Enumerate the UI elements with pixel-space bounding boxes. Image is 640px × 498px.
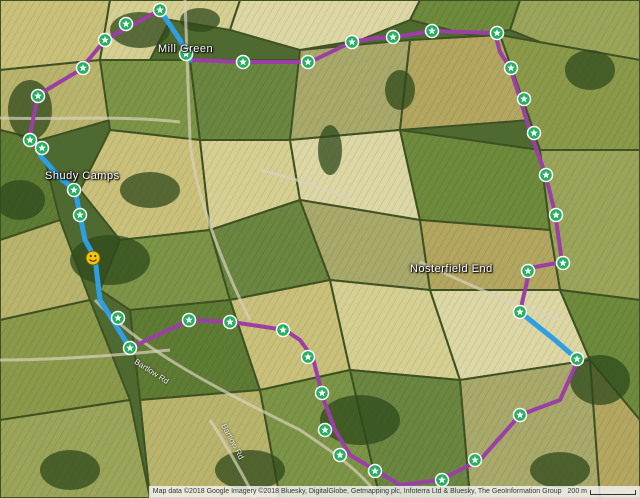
waypoint-star-marker-icon[interactable] <box>548 207 564 223</box>
waypoint-star-marker-icon[interactable] <box>118 16 134 32</box>
waypoint-star-marker-icon[interactable] <box>424 23 440 39</box>
woodland-patch <box>530 452 590 488</box>
field-texture <box>190 60 300 140</box>
waypoint-star-marker-icon[interactable] <box>314 385 330 401</box>
smiley-face-icon[interactable] <box>85 250 101 266</box>
waypoint-star-marker-icon[interactable] <box>503 60 519 76</box>
map-attribution: Map data ©2018 Google Imagery ©2018 Blue… <box>148 486 640 498</box>
attribution-text: Map data ©2018 Google Imagery ©2018 Blue… <box>152 488 562 495</box>
waypoint-star-marker-icon[interactable] <box>516 91 532 107</box>
waypoint-star-marker-icon[interactable] <box>222 314 238 330</box>
field-texture <box>0 0 110 70</box>
waypoint-star-marker-icon[interactable] <box>344 34 360 50</box>
waypoint-star-marker-icon[interactable] <box>300 54 316 70</box>
waypoint-star-marker-icon[interactable] <box>385 29 401 45</box>
waypoint-star-marker-icon[interactable] <box>22 132 38 148</box>
waypoint-star-marker-icon[interactable] <box>569 351 585 367</box>
waypoint-star-marker-icon[interactable] <box>367 463 383 479</box>
place-label-nosterfield-end: Nosterfield End <box>410 263 493 275</box>
waypoint-star-marker-icon[interactable] <box>66 182 82 198</box>
waypoint-star-marker-icon[interactable] <box>520 263 536 279</box>
waypoint-star-marker-icon[interactable] <box>181 312 197 328</box>
waypoint-star-marker-icon[interactable] <box>538 167 554 183</box>
waypoint-star-marker-icon[interactable] <box>489 25 505 41</box>
waypoint-star-marker-icon[interactable] <box>34 140 50 156</box>
map-view[interactable]: Mill Green Shudy Camps Nosterfield End B… <box>0 0 640 498</box>
woodland-patch <box>120 172 180 208</box>
waypoint-star-marker-icon[interactable] <box>72 207 88 223</box>
scale-bar <box>590 489 636 495</box>
woodland-patch <box>565 50 615 90</box>
waypoint-star-marker-icon[interactable] <box>110 310 126 326</box>
woodland-patch <box>318 125 342 175</box>
waypoint-star-marker-icon[interactable] <box>332 447 348 463</box>
place-label-mill-green: Mill Green <box>158 43 214 55</box>
waypoint-star-marker-icon[interactable] <box>526 125 542 141</box>
waypoint-star-marker-icon[interactable] <box>434 472 450 488</box>
waypoint-star-marker-icon[interactable] <box>555 255 571 271</box>
waypoint-star-marker-icon[interactable] <box>512 407 528 423</box>
waypoint-star-marker-icon[interactable] <box>512 304 528 320</box>
field-texture <box>400 130 550 230</box>
map-scale: 200 m <box>568 486 636 498</box>
field-texture <box>100 60 200 140</box>
current-location-marker[interactable] <box>85 250 101 266</box>
woodland-patch <box>385 70 415 110</box>
woodland-patch <box>40 450 100 490</box>
waypoint-star-marker-icon[interactable] <box>75 60 91 76</box>
waypoint-star-marker-icon[interactable] <box>300 349 316 365</box>
waypoint-star-marker-icon[interactable] <box>235 54 251 70</box>
field-texture <box>420 220 560 300</box>
waypoint-star-marker-icon[interactable] <box>122 340 138 356</box>
waypoint-star-marker-icon[interactable] <box>317 422 333 438</box>
waypoint-star-marker-icon[interactable] <box>30 88 46 104</box>
woodland-patch <box>215 450 285 490</box>
waypoint-star-marker-icon[interactable] <box>97 32 113 48</box>
waypoint-star-marker-icon[interactable] <box>467 452 483 468</box>
place-label-shudy-camps: Shudy Camps <box>45 170 120 182</box>
satellite-map[interactable] <box>0 0 640 498</box>
scale-label: 200 m <box>567 488 587 495</box>
waypoint-star-marker-icon[interactable] <box>152 2 168 18</box>
waypoint-star-marker-icon[interactable] <box>275 322 291 338</box>
woodland-patch <box>70 235 150 285</box>
